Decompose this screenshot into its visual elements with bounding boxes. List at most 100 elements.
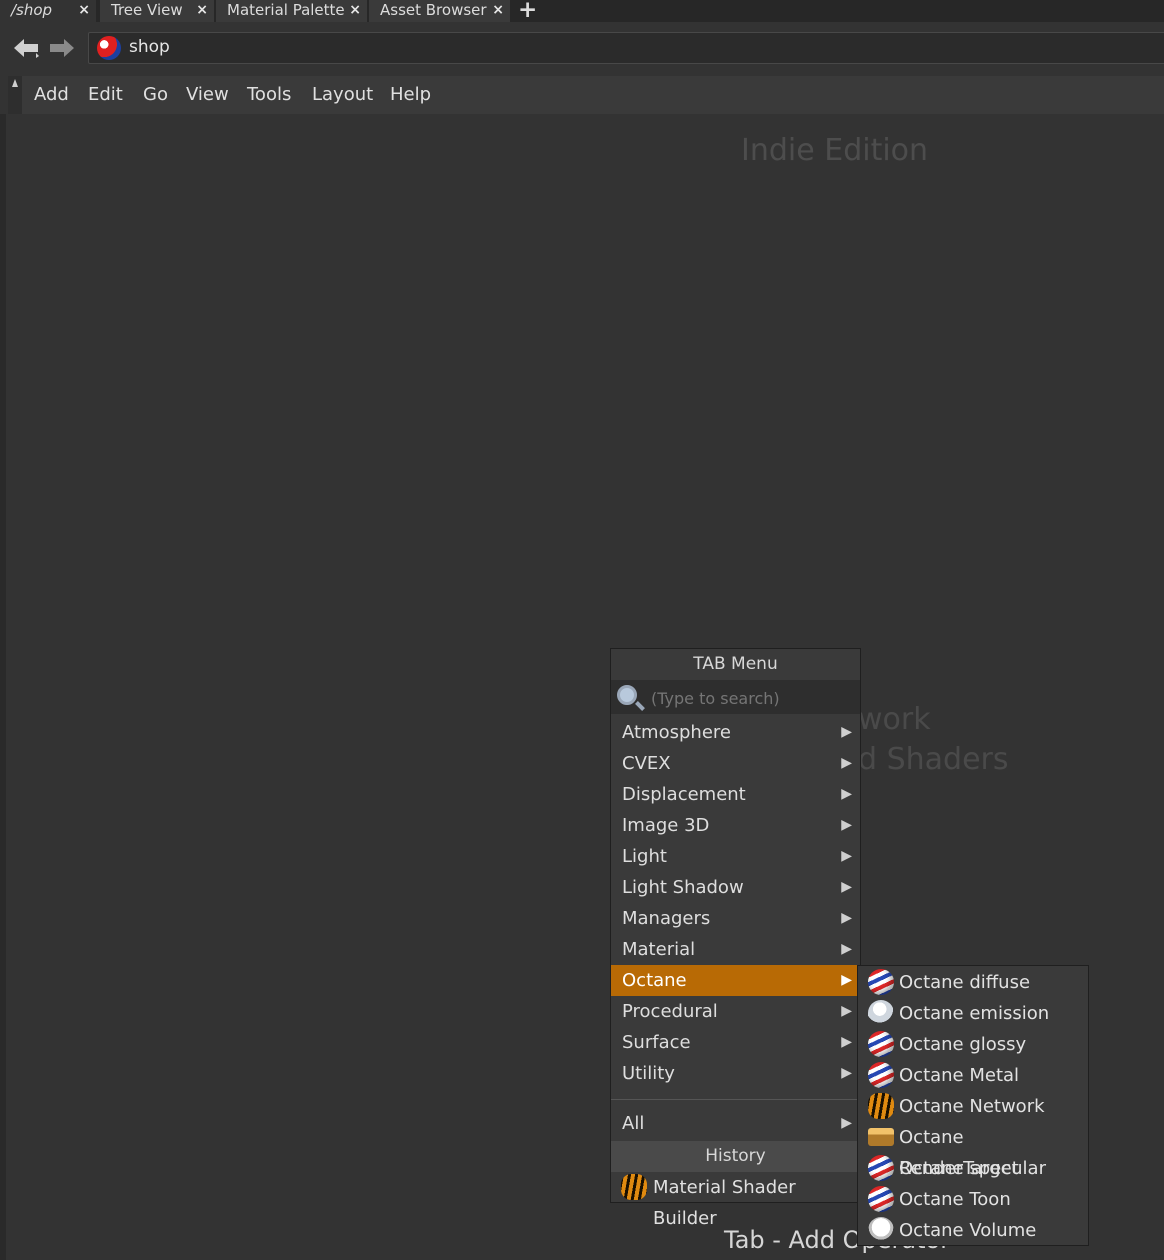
edition-watermark: Indie Edition [741, 133, 929, 168]
tab-asset-browser[interactable]: Asset Browser × [369, 0, 510, 22]
submenu-arrow-icon: ▶ [841, 817, 852, 833]
submenu-arrow-icon: ▶ [841, 1034, 852, 1050]
item-label: Surface [622, 1032, 691, 1053]
menu-item-image-3d[interactable]: Image 3D ▶ [611, 810, 860, 841]
close-icon[interactable]: × [492, 0, 504, 20]
menu-item-atmosphere[interactable]: Atmosphere ▶ [611, 717, 860, 748]
volume-cloud-icon [868, 1217, 894, 1243]
menu-item-procedural[interactable]: Procedural ▶ [611, 996, 860, 1027]
submenu-arrow-icon: ▶ [841, 1115, 852, 1131]
close-icon[interactable]: × [349, 0, 361, 20]
tab-shop[interactable]: /shop × [0, 0, 96, 22]
menu-item-light-shadow[interactable]: Light Shadow ▶ [611, 872, 860, 903]
material-ball-icon [868, 1155, 894, 1181]
menu-item-octane-diffuse[interactable]: Octane diffuse [858, 967, 1088, 998]
menu-item-octane-toon[interactable]: Octane Toon [858, 1184, 1088, 1215]
menu-item-octane-volume[interactable]: Octane Volume [858, 1215, 1088, 1246]
item-label: Atmosphere [622, 722, 731, 743]
menu-item-managers[interactable]: Managers ▶ [611, 903, 860, 934]
menu-item-utility[interactable]: Utility ▶ [611, 1058, 860, 1089]
category-list: Atmosphere ▶ CVEX ▶ Displacement ▶ Image 3D… [611, 717, 860, 1139]
menu-view[interactable]: View [186, 84, 229, 105]
search-input[interactable] [649, 685, 853, 711]
item-label: Octane glossy [899, 1034, 1027, 1055]
menu-item-all[interactable]: All ▶ [611, 1108, 860, 1139]
material-ball-icon [868, 1031, 894, 1057]
menu-item-octane[interactable]: Octane ▶ [611, 965, 860, 996]
submenu-arrow-icon: ▶ [841, 1065, 852, 1081]
menu-item-material[interactable]: Material ▶ [611, 934, 860, 965]
path-value: shop [129, 37, 170, 57]
tab-tree-view[interactable]: Tree View × [100, 0, 214, 22]
light-bulb-icon [868, 1000, 894, 1026]
tab-material-palette[interactable]: Material Palette × [216, 0, 367, 22]
menu-item-light[interactable]: Light ▶ [611, 841, 860, 872]
submenu-arrow-icon: ▶ [841, 1003, 852, 1019]
search-icon [617, 685, 637, 705]
tab-label: /shop [11, 1, 53, 19]
menu-item-cvex[interactable]: CVEX ▶ [611, 748, 860, 779]
menu-help[interactable]: Help [390, 84, 431, 105]
item-label: Octane Network [899, 1096, 1045, 1117]
octane-submenu: Octane diffuse Octane emission Octane gl… [857, 965, 1089, 1246]
item-label: Octane Volume [899, 1220, 1037, 1241]
collapse-handle[interactable] [8, 76, 22, 114]
menu-layout[interactable]: Layout [312, 84, 373, 105]
shader-builder-icon [621, 1174, 647, 1200]
forward-arrow-icon[interactable] [48, 37, 76, 59]
item-label: Octane specular [899, 1158, 1046, 1179]
menu-item-octane-rendertarget[interactable]: Octane RenderTarget [858, 1122, 1088, 1179]
menu-go[interactable]: Go [143, 84, 168, 105]
item-label: Utility [622, 1063, 675, 1084]
item-label: CVEX [622, 753, 671, 774]
render-target-box-icon [868, 1128, 894, 1146]
menu-item-octane-glossy[interactable]: Octane glossy [858, 1029, 1088, 1060]
menu-edit[interactable]: Edit [88, 84, 123, 105]
close-icon[interactable]: × [196, 0, 208, 20]
submenu-arrow-icon: ▶ [841, 879, 852, 895]
close-icon[interactable]: × [78, 0, 90, 20]
menu-tools[interactable]: Tools [247, 84, 291, 105]
shop-context-icon [97, 36, 121, 60]
pane-tab-bar: /shop × Tree View × Material Palette × A… [0, 0, 1164, 23]
submenu-arrow-icon: ▶ [841, 848, 852, 864]
item-label: Managers [622, 908, 711, 929]
tab-menu: TAB Menu Atmosphere ▶ CVEX ▶ Displacement ▶… [610, 648, 861, 1229]
path-bar: shop [0, 22, 1164, 74]
menu-item-octane-network[interactable]: Octane Network [858, 1091, 1088, 1122]
item-label: Material Shader Builder [653, 1177, 796, 1229]
menu-divider [611, 1099, 860, 1100]
tab-menu-search [611, 680, 860, 714]
menu-item-octane-specular[interactable]: Octane specular [858, 1153, 1088, 1184]
add-tab-icon[interactable]: + [518, 0, 537, 23]
menu-add[interactable]: Add [34, 84, 69, 105]
item-label: Octane emission [899, 1003, 1050, 1024]
canvas-hint-line1: work [858, 702, 931, 737]
tab-label: Material Palette [227, 1, 345, 19]
back-arrow-icon[interactable] [12, 37, 40, 59]
menu-bar: Add Edit Go View Tools Layout Help [8, 76, 1164, 114]
item-label: Light Shadow [622, 877, 744, 898]
item-label: Octane Metal [899, 1065, 1020, 1086]
submenu-arrow-icon: ▶ [841, 755, 852, 771]
menu-item-surface[interactable]: Surface ▶ [611, 1027, 860, 1058]
canvas-hint-line2: d Shaders [858, 742, 1009, 777]
path-field[interactable]: shop [88, 32, 1164, 64]
network-icon [868, 1093, 894, 1119]
material-ball-icon [868, 1186, 894, 1212]
menu-item-octane-emission[interactable]: Octane emission [858, 998, 1088, 1029]
submenu-arrow-icon: ▶ [841, 786, 852, 802]
submenu-arrow-icon: ▶ [841, 910, 852, 926]
material-ball-icon [868, 1062, 894, 1088]
item-label: Material [622, 939, 696, 960]
menu-item-displacement[interactable]: Displacement ▶ [611, 779, 860, 810]
material-ball-icon [868, 969, 894, 995]
history-item-material-shader-builder[interactable]: Material Shader Builder [611, 1172, 860, 1229]
menu-item-octane-metal[interactable]: Octane Metal [858, 1060, 1088, 1091]
tab-label: Asset Browser [380, 1, 487, 19]
item-label: All [622, 1113, 645, 1134]
tab-label: Tree View [111, 1, 183, 19]
submenu-arrow-icon: ▶ [841, 941, 852, 957]
pane-splitter[interactable] [0, 114, 6, 1260]
item-label: Image 3D [622, 815, 710, 836]
